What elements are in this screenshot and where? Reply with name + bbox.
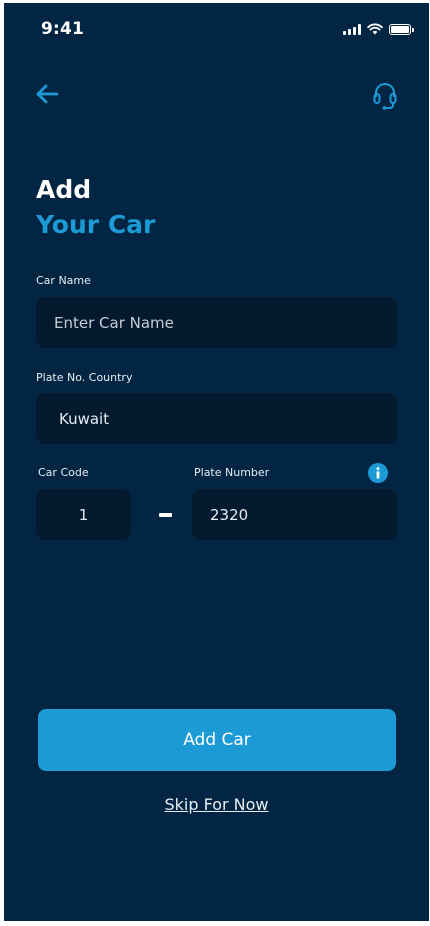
add-car-screen: 9:41 Add Your Car Car Name Plate No. Cou… (4, 3, 429, 921)
car-name-label: Car Name (36, 274, 91, 287)
plate-country-input[interactable] (36, 393, 397, 444)
battery-icon (389, 23, 414, 35)
skip-for-now-link[interactable]: Skip For Now (4, 795, 429, 814)
car-code-label: Car Code (38, 466, 89, 479)
plate-country-label: Plate No. Country (36, 371, 133, 384)
car-code-input[interactable] (36, 489, 131, 540)
plate-number-label: Plate Number (194, 466, 270, 479)
back-button[interactable] (32, 79, 62, 109)
support-button[interactable] (370, 79, 400, 113)
headset-icon (373, 83, 397, 110)
info-icon[interactable] (368, 463, 388, 483)
arrow-left-icon (36, 84, 59, 104)
status-time: 9:41 (41, 19, 85, 39)
status-icons (343, 23, 414, 35)
info-glyph-icon (376, 467, 380, 479)
wifi-icon (367, 23, 383, 35)
car-name-input[interactable] (36, 297, 397, 348)
page-title-line2: Your Car (36, 210, 156, 239)
code-separator-dash (159, 513, 172, 517)
cellular-signal-icon (343, 23, 361, 35)
add-car-button[interactable]: Add Car (38, 709, 396, 771)
page-title-line1: Add (36, 175, 92, 204)
plate-number-input[interactable] (192, 489, 397, 540)
